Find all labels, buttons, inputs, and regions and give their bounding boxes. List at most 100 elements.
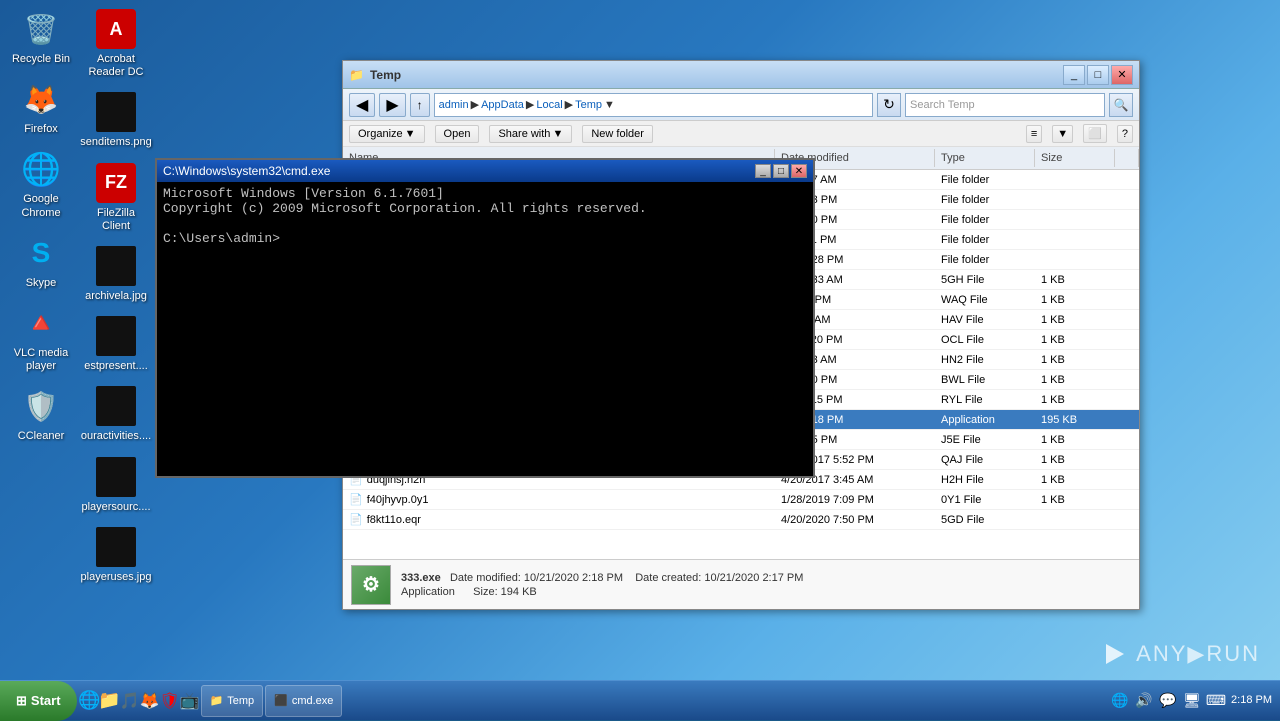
ouractivities-label: ouractivities.... — [81, 430, 151, 443]
desktop-icon-filezilla[interactable]: FZ FileZilla Client — [80, 159, 152, 237]
up-button[interactable]: ↑ — [410, 93, 430, 117]
preview-filename: 333.exe Date modified: 10/21/2020 2:18 P… — [401, 572, 803, 584]
desktop-icon-vlc[interactable]: 🔺 VLC media player — [5, 299, 77, 377]
cmd-window: C:\Windows\system32\cmd.exe _ □ ✕ Micros… — [155, 158, 815, 478]
cmd-line1: Microsoft Windows [Version 6.1.7601] — [163, 186, 807, 201]
playersource-icon — [96, 457, 136, 497]
desktop-icon-chrome[interactable]: 🌐 Google Chrome — [5, 145, 77, 223]
file-type-cell: 5GH File — [935, 270, 1035, 289]
col-header-size[interactable]: Size — [1035, 149, 1115, 167]
taskbar-ie-icon[interactable]: 🌐 — [81, 692, 99, 710]
taskbar-media-icon[interactable]: 🎵 — [121, 692, 139, 710]
desktop-icon-estpresent[interactable]: estpresent.... — [80, 312, 152, 377]
file-size-cell: 1 KB — [1035, 330, 1115, 349]
taskbar-folder-icon[interactable]: 📁 — [101, 692, 119, 710]
desktop-icon-ouractivities[interactable]: ouractivities.... — [80, 382, 152, 447]
file-name-text: f40jhyvp.0y1 — [367, 494, 429, 506]
refresh-button[interactable]: ↻ — [877, 93, 901, 117]
breadcrumb-appdata[interactable]: AppData — [481, 99, 524, 111]
desktop-icon-playersource[interactable]: playersourc.... — [80, 453, 152, 518]
col-header-type[interactable]: Type — [935, 149, 1035, 167]
start-button[interactable]: ⊞ Start — [0, 681, 77, 721]
skype-icon: S — [21, 233, 61, 273]
cmd-minimize-button[interactable]: _ — [755, 164, 771, 178]
playeruses-icon — [96, 527, 136, 567]
share-with-button[interactable]: Share with ▼ — [489, 125, 572, 143]
tray-keyboard-icon[interactable]: ⌨ — [1207, 692, 1225, 710]
back-button[interactable]: ◀ — [349, 93, 375, 117]
taskbar-media-player-icon[interactable]: 📺 — [181, 692, 199, 710]
organize-arrow: ▼ — [405, 128, 416, 140]
desktop-icon-firefox[interactable]: 🦊 Firefox — [5, 75, 77, 140]
desktop-icon-acrobat[interactable]: A Acrobat Reader DC — [80, 5, 152, 83]
file-type-cell: RYL File — [935, 390, 1035, 409]
breadcrumb-admin[interactable]: admin — [439, 99, 469, 111]
preview-info: 333.exe Date modified: 10/21/2020 2:18 P… — [401, 572, 803, 598]
file-size-cell — [1035, 210, 1115, 229]
minimize-button[interactable]: _ — [1063, 65, 1085, 85]
desktop-icons-col1: 🗑️ Recycle Bin 🦊 Firefox 🌐 Google Chrome… — [5, 5, 77, 448]
explorer-titlebar: 📁 Temp _ □ ✕ — [343, 61, 1139, 89]
table-row[interactable]: 📄f8kt11o.eqr 4/20/2020 7:50 PM 5GD File — [343, 510, 1139, 530]
new-folder-button[interactable]: New folder — [582, 125, 653, 143]
vlc-label: VLC media player — [9, 347, 73, 373]
search-placeholder: Search Temp — [910, 99, 975, 111]
breadcrumb-temp[interactable]: Temp — [575, 99, 602, 111]
tray-display-icon[interactable]: 🖥 — [1183, 692, 1201, 710]
close-button[interactable]: ✕ — [1111, 65, 1133, 85]
forward-button[interactable]: ▶ — [379, 93, 405, 117]
maximize-button[interactable]: □ — [1087, 65, 1109, 85]
firefox-label: Firefox — [24, 123, 58, 136]
archivela-icon — [96, 246, 136, 286]
breadcrumb-local[interactable]: Local — [536, 99, 562, 111]
view-button[interactable]: ≡ — [1026, 125, 1042, 143]
tray-volume-icon[interactable]: 🔊 — [1135, 692, 1153, 710]
preview-details: Application Size: 194 KB — [401, 586, 803, 598]
file-type-cell: OCL File — [935, 330, 1035, 349]
preview-pane-button[interactable]: ⬜ — [1083, 124, 1107, 143]
desktop-icon-ccleaner[interactable]: 🛡️ CCleaner — [5, 382, 77, 447]
ouractivities-icon — [96, 386, 136, 426]
help-button[interactable]: ? — [1117, 125, 1133, 143]
file-type-cell: File folder — [935, 170, 1035, 189]
preview-icon: ⚙ — [351, 565, 391, 605]
cmd-close-button[interactable]: ✕ — [791, 164, 807, 178]
archivela-label: archivela.jpg — [85, 290, 147, 303]
taskbar-item-cmd[interactable]: ⬛ cmd.exe — [265, 685, 342, 717]
view-options-button[interactable]: ▼ — [1052, 125, 1073, 143]
taskbar-item-explorer-icon: 📁 — [210, 694, 224, 707]
address-bar[interactable]: admin ▶ AppData ▶ Local ▶ Temp ▼ — [434, 93, 873, 117]
cmd-prompt[interactable]: C:\Users\admin> — [163, 231, 807, 246]
search-button[interactable]: 🔍 — [1109, 93, 1133, 117]
file-name-cell: 📄f8kt11o.eqr — [343, 510, 775, 529]
estpresent-icon — [96, 316, 136, 356]
open-button[interactable]: Open — [435, 125, 480, 143]
taskbar-item-explorer[interactable]: 📁 Temp — [201, 685, 264, 717]
desktop-icon-playeruses[interactable]: playeruses.jpg — [80, 523, 152, 588]
cmd-content[interactable]: Microsoft Windows [Version 6.1.7601] Cop… — [157, 182, 813, 476]
tray-chat-icon[interactable]: 💬 — [1159, 692, 1177, 710]
organize-button[interactable]: Organize ▼ — [349, 125, 425, 143]
desktop-icon-skype[interactable]: S Skype — [5, 229, 77, 294]
taskbar-item-cmd-icon: ⬛ — [274, 694, 288, 707]
recycle-bin-icon: 🗑️ — [21, 9, 61, 49]
search-box[interactable]: Search Temp — [905, 93, 1105, 117]
table-row[interactable]: 📄f40jhyvp.0y1 1/28/2019 7:09 PM 0Y1 File… — [343, 490, 1139, 510]
tray-network-icon[interactable]: 🌐 — [1111, 692, 1129, 710]
taskbar-firefox-icon[interactable]: 🦊 — [141, 692, 159, 710]
file-size-cell — [1035, 190, 1115, 209]
preview-app-icon: ⚙ — [362, 572, 380, 597]
taskbar-security-icon[interactable]: 🛡 — [161, 692, 179, 710]
file-size-cell: 1 KB — [1035, 350, 1115, 369]
share-with-label: Share with — [498, 128, 550, 140]
desktop-icon-senditems[interactable]: senditems.png — [80, 88, 152, 153]
desktop-icon-archivela[interactable]: archivela.jpg — [80, 242, 152, 307]
desktop-icon-recycle-bin[interactable]: 🗑️ Recycle Bin — [5, 5, 77, 70]
folder-icon: 📁 — [349, 68, 364, 82]
breadcrumb-sep1: ▶ — [471, 98, 479, 111]
firefox-icon: 🦊 — [21, 79, 61, 119]
chrome-icon: 🌐 — [21, 149, 61, 189]
file-icon: 📄 — [349, 493, 363, 506]
cmd-maximize-button[interactable]: □ — [773, 164, 789, 178]
file-type-cell: File folder — [935, 210, 1035, 229]
